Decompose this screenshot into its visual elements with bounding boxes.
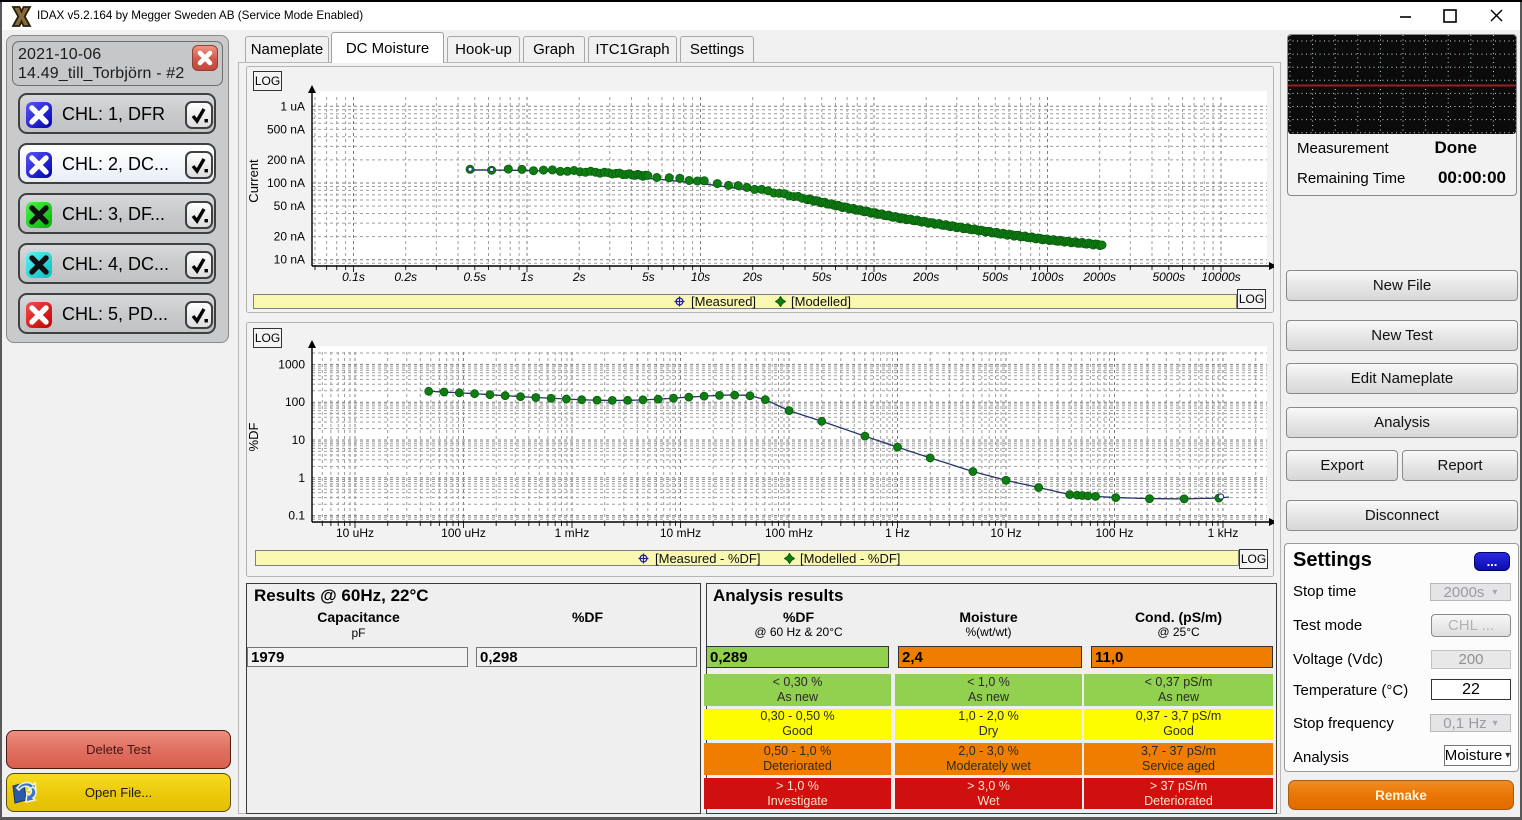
svg-text:1: 1: [298, 471, 305, 485]
svg-text:0.5s: 0.5s: [463, 270, 486, 284]
svg-text:100 mHz: 100 mHz: [765, 526, 813, 540]
svg-text:200s: 200s: [912, 270, 939, 284]
svg-text:1 uA: 1 uA: [280, 99, 305, 113]
svg-text:0.2s: 0.2s: [394, 270, 417, 284]
svg-text:20s: 20s: [742, 270, 762, 284]
svg-text:100s: 100s: [861, 270, 887, 284]
svg-text:10 Hz: 10 Hz: [990, 526, 1021, 540]
svg-text:10000s: 10000s: [1201, 270, 1240, 284]
svg-text:5s: 5s: [642, 270, 655, 284]
svg-text:1000: 1000: [278, 357, 305, 371]
svg-text:%DF: %DF: [246, 422, 261, 451]
svg-text:0.1: 0.1: [288, 509, 305, 523]
svg-text:10s: 10s: [691, 270, 710, 284]
svg-text:10: 10: [292, 433, 306, 447]
svg-text:500 nA: 500 nA: [267, 122, 305, 136]
svg-text:10 mHz: 10 mHz: [660, 526, 701, 540]
svg-text:Current: Current: [246, 159, 261, 203]
svg-text:5000s: 5000s: [1152, 270, 1185, 284]
svg-text:2s: 2s: [572, 270, 586, 284]
svg-text:500s: 500s: [982, 270, 1008, 284]
svg-text:100 uHz: 100 uHz: [441, 526, 486, 540]
svg-text:1000s: 1000s: [1031, 270, 1064, 284]
svg-text:200 nA: 200 nA: [267, 153, 305, 167]
svg-text:50s: 50s: [812, 270, 831, 284]
svg-text:1 mHz: 1 mHz: [555, 526, 590, 540]
svg-text:1 Hz: 1 Hz: [885, 526, 910, 540]
svg-text:1s: 1s: [521, 270, 534, 284]
svg-text:100 nA: 100 nA: [267, 176, 305, 190]
svg-text:10 nA: 10 nA: [274, 253, 305, 267]
svg-text:20 nA: 20 nA: [274, 230, 305, 244]
svg-text:50 nA: 50 nA: [274, 199, 305, 213]
svg-text:1 kHz: 1 kHz: [1208, 526, 1239, 540]
svg-text:100 Hz: 100 Hz: [1095, 526, 1133, 540]
svg-text:100: 100: [285, 395, 305, 409]
svg-text:0.1s: 0.1s: [342, 270, 365, 284]
svg-text:10 uHz: 10 uHz: [336, 526, 374, 540]
svg-text:2000s: 2000s: [1082, 270, 1116, 284]
